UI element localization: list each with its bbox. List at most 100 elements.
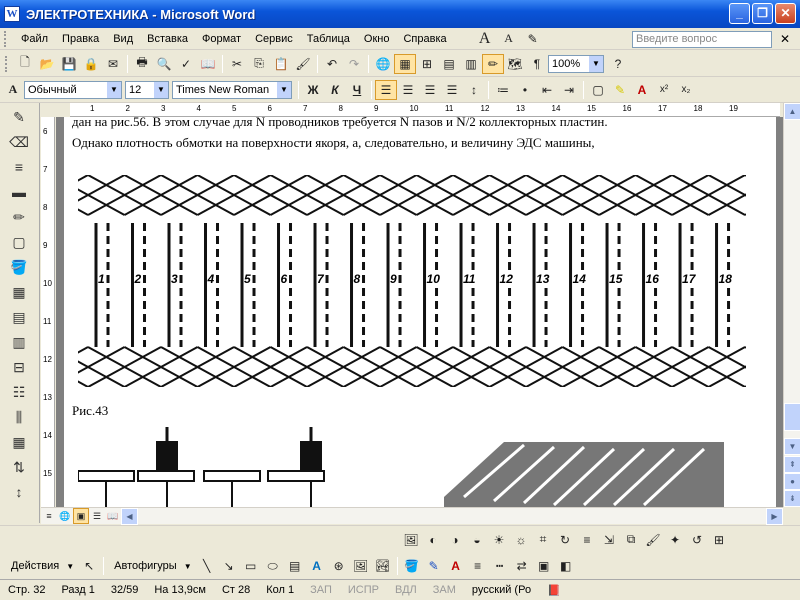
line-color-icon[interactable]: ✎: [423, 556, 445, 576]
menu-edit[interactable]: Правка: [55, 31, 106, 47]
reset-picture-icon[interactable]: ↺: [686, 530, 708, 550]
draw-actions-menu[interactable]: Действия: [4, 558, 66, 574]
print-icon[interactable]: 🖶: [131, 54, 153, 74]
next-page-icon[interactable]: ⇟: [784, 490, 800, 507]
distribute-rows-icon[interactable]: ☷: [4, 381, 34, 403]
research-icon[interactable]: 📖: [197, 54, 219, 74]
prev-page-icon[interactable]: ⇞: [784, 456, 800, 473]
show-hide-icon[interactable]: ¶: [526, 54, 548, 74]
columns-icon[interactable]: ▥: [460, 54, 482, 74]
select-browse-icon[interactable]: ●: [784, 473, 800, 490]
scroll-left-icon[interactable]: ◀: [121, 507, 138, 525]
menu-format[interactable]: Формат: [195, 31, 248, 47]
insert-table-icon[interactable]: ⊞: [416, 54, 438, 74]
reading-view-icon[interactable]: 📖: [105, 508, 121, 524]
insert-picture-icon[interactable]: 🖼: [400, 530, 422, 550]
status-rec[interactable]: ЗАП: [302, 584, 340, 596]
merge-cells-icon[interactable]: ▤: [4, 306, 34, 328]
zoom-select[interactable]: 100% ▼: [548, 54, 604, 73]
toolbar-grip[interactable]: [5, 55, 11, 72]
grow-font-icon[interactable]: A: [474, 29, 496, 49]
menu-window[interactable]: Окно: [357, 31, 397, 47]
scroll-thumb[interactable]: [784, 403, 800, 431]
vertical-ruler[interactable]: 678910111213141516: [41, 117, 55, 516]
underline-button[interactable]: Ч: [346, 80, 368, 100]
menu-view[interactable]: Вид: [106, 31, 140, 47]
save-icon[interactable]: 💾: [58, 54, 80, 74]
bold-button[interactable]: Ж: [302, 80, 324, 100]
increase-indent-icon[interactable]: ⇥: [558, 80, 580, 100]
scroll-right-icon[interactable]: ▶: [766, 507, 783, 525]
menu-table[interactable]: Таблица: [300, 31, 357, 47]
help-icon[interactable]: ?: [607, 54, 629, 74]
shrink-font-icon[interactable]: A: [498, 29, 520, 49]
sort-icon[interactable]: ↕: [4, 481, 34, 503]
compress-icon[interactable]: ⇲: [598, 530, 620, 550]
arrow-style-icon[interactable]: ⇄: [511, 556, 533, 576]
fill-color-icon[interactable]: 🪣: [401, 556, 423, 576]
wordart-icon[interactable]: A: [306, 556, 328, 576]
draw-font-color-icon[interactable]: A: [445, 556, 467, 576]
document-map-icon[interactable]: 🗺: [504, 54, 526, 74]
distribute-cols-icon[interactable]: ⫼: [4, 406, 34, 428]
bullets-icon[interactable]: •: [514, 80, 536, 100]
align-cells-icon[interactable]: ⊟: [4, 356, 34, 378]
cut-icon[interactable]: ✂: [226, 54, 248, 74]
scroll-down-icon[interactable]: ▼: [784, 438, 800, 455]
menu-insert[interactable]: Вставка: [140, 31, 195, 47]
highlight-icon[interactable]: ✎: [522, 29, 544, 49]
tables-borders-icon[interactable]: ▦: [394, 53, 416, 74]
word-app-icon[interactable]: W: [4, 6, 20, 22]
picture-icon[interactable]: 🏞: [372, 556, 394, 576]
scroll-up-icon[interactable]: ▲: [784, 103, 800, 120]
print-layout-icon[interactable]: ▣: [73, 508, 89, 524]
oval-icon[interactable]: ⬭: [262, 556, 284, 576]
arrow-icon[interactable]: ↘: [218, 556, 240, 576]
rotate-icon[interactable]: ↻: [554, 530, 576, 550]
menu-tools[interactable]: Сервис: [248, 31, 300, 47]
undo-icon[interactable]: ↶: [321, 54, 343, 74]
format-painter-icon[interactable]: 🖌: [292, 54, 314, 74]
subscript-icon[interactable]: x₂: [675, 80, 697, 100]
menu-file[interactable]: Файл: [14, 31, 55, 47]
email-icon[interactable]: ✉: [102, 54, 124, 74]
line-weight-icon[interactable]: ▬: [4, 181, 34, 203]
set-transparent-icon[interactable]: ✦: [664, 530, 686, 550]
decrease-indent-icon[interactable]: ⇤: [536, 80, 558, 100]
format-picture-icon[interactable]: 🖌: [642, 530, 664, 550]
hyperlink-icon[interactable]: 🌐: [372, 54, 394, 74]
close-document-icon[interactable]: ✕: [780, 32, 790, 46]
open-icon[interactable]: 📂: [36, 54, 58, 74]
font-size-select[interactable]: 12 ▼: [125, 80, 169, 99]
toolbar-grip[interactable]: [4, 30, 10, 47]
split-cells-icon[interactable]: ▥: [4, 331, 34, 353]
crop-icon[interactable]: ⌗: [532, 530, 554, 550]
permission-icon[interactable]: 🔒: [80, 54, 102, 74]
align-center-icon[interactable]: ☰: [397, 80, 419, 100]
border-color-icon[interactable]: ✏: [4, 206, 34, 228]
dash-style-icon[interactable]: ┅: [489, 556, 511, 576]
autoformat-icon[interactable]: ▦: [4, 431, 34, 453]
rectangle-icon[interactable]: ▭: [240, 556, 262, 576]
insert-table-left-icon[interactable]: ▦: [4, 281, 34, 303]
line-style-icon[interactable]: ≡: [4, 156, 34, 178]
more-brightness-icon[interactable]: ☀: [488, 530, 510, 550]
web-view-icon[interactable]: 🌐: [57, 508, 73, 524]
document-page[interactable]: дан на рис.56. В этом случае для N прово…: [64, 117, 776, 507]
font-color-icon[interactable]: A: [631, 80, 653, 100]
shadow-icon[interactable]: ▣: [533, 556, 555, 576]
ask-question-input[interactable]: Введите вопрос: [632, 31, 772, 48]
text-direction-icon[interactable]: ⇅: [4, 456, 34, 478]
font-select[interactable]: Times New Roman ▼: [172, 80, 292, 99]
outline-view-icon[interactable]: ☰: [89, 508, 105, 524]
drawing-icon[interactable]: ✏: [482, 53, 504, 74]
numbering-icon[interactable]: ≔: [492, 80, 514, 100]
spelling-status-icon[interactable]: 📕: [539, 584, 569, 597]
copy-icon[interactable]: ⎘: [248, 54, 270, 74]
new-doc-icon[interactable]: 🗋: [14, 54, 36, 74]
italic-button[interactable]: К: [324, 80, 346, 100]
eraser-icon[interactable]: ⌫: [4, 131, 34, 153]
color-icon[interactable]: ◐: [422, 530, 444, 550]
clipart-icon[interactable]: 🖼: [350, 556, 372, 576]
align-right-icon[interactable]: ☰: [419, 80, 441, 100]
